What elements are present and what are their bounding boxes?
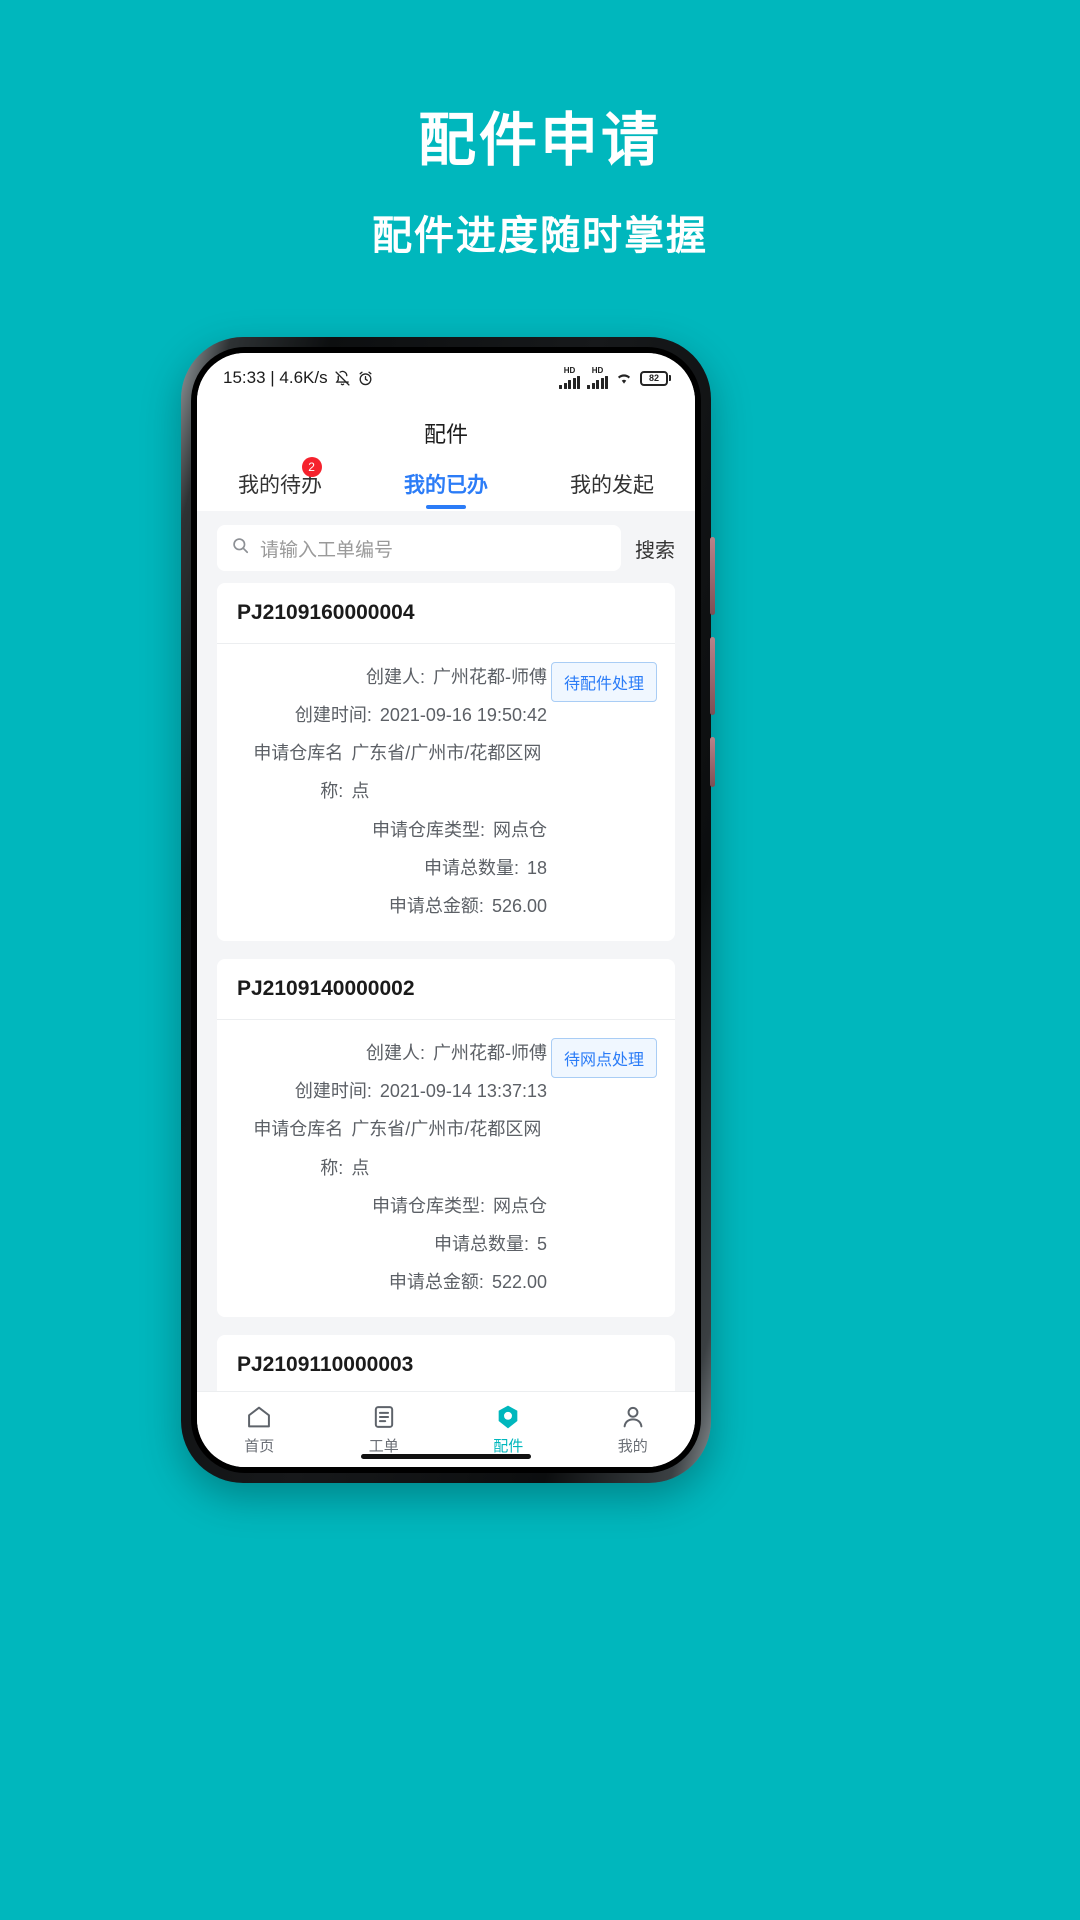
todo-badge-count: 2 <box>301 457 322 477</box>
order-number: PJ2109110000003 <box>217 1335 675 1391</box>
nav-label: 工单 <box>368 1438 399 1455</box>
promo-title: 配件申请 <box>417 108 662 173</box>
nav-label: 首页 <box>244 1438 275 1455</box>
tab-active-underline <box>426 505 466 509</box>
page-title: 配件 <box>197 403 695 459</box>
person-icon <box>619 1403 647 1431</box>
home-icon <box>245 1403 273 1431</box>
nav-label: 我的 <box>617 1438 648 1455</box>
home-indicator[interactable] <box>361 1454 531 1459</box>
volume-up-button[interactable] <box>710 537 715 615</box>
tab-my-done[interactable]: 我的已办 <box>363 469 529 511</box>
field-warehouse-name: 申请仓库名称: 广东省/广州市/花都区网点 <box>253 743 542 802</box>
order-number: PJ2109160000004 <box>217 583 675 644</box>
phone-screen: 15:33 | 4.6K/s HD HD 82 配件 我的待办 2 我的已办 我… <box>197 353 695 1467</box>
nav-item-home[interactable]: 首页 <box>197 1403 322 1456</box>
status-badge[interactable]: 待网点处理 <box>550 1038 657 1079</box>
search-icon <box>231 536 250 560</box>
volume-down-button[interactable] <box>710 637 715 715</box>
order-list[interactable]: PJ2109160000004 待配件处理 创建人: 广州花都-师傅 创建时间:… <box>197 583 695 1391</box>
power-button[interactable] <box>710 737 715 787</box>
nav-label: 配件 <box>493 1438 524 1455</box>
nav-item-parts[interactable]: 配件 <box>446 1403 571 1456</box>
promo-header: 配件申请 配件进度随时掌握 <box>0 0 1080 261</box>
phone-bezel: 15:33 | 4.6K/s HD HD 82 配件 我的待办 2 我的已办 我… <box>191 347 701 1473</box>
search-button[interactable]: 搜索 <box>635 534 675 563</box>
document-icon <box>370 1403 398 1431</box>
order-details: 待网点处理 创建人: 广州花都-师傅 创建时间: 2021-09-14 13:3… <box>217 1020 675 1317</box>
status-bar-left: 15:33 | 4.6K/s <box>223 368 374 388</box>
order-card[interactable]: PJ2109160000004 待配件处理 创建人: 广州花都-师傅 创建时间:… <box>217 583 675 942</box>
search-box[interactable]: 请输入工单编号 <box>217 525 621 571</box>
tab-my-todo[interactable]: 我的待办 2 <box>197 457 363 511</box>
nav-item-workorder[interactable]: 工单 <box>322 1403 447 1456</box>
field-warehouse-name: 申请仓库名称: 广东省/广州市/花都区网点 <box>253 1119 542 1178</box>
order-card[interactable]: PJ2109110000003 <box>217 1335 675 1391</box>
field-total-amount: 申请总金额: 522.00 <box>388 1272 547 1293</box>
field-warehouse-type: 申请仓库类型: 网点仓 <box>371 1195 547 1216</box>
tab-bar: 我的待办 2 我的已办 我的发起 <box>197 457 695 511</box>
search-input[interactable]: 请输入工单编号 <box>260 535 393 562</box>
cellular-signal-2-icon: HD <box>587 367 608 389</box>
order-number: PJ2109140000002 <box>217 959 675 1021</box>
tab-my-initiated[interactable]: 我的发起 <box>529 469 695 511</box>
promo-subtitle: 配件进度随时掌握 <box>372 213 708 258</box>
field-warehouse-type: 申请仓库类型: 网点仓 <box>371 819 547 840</box>
status-badge[interactable]: 待配件处理 <box>550 662 657 702</box>
order-card[interactable]: PJ2109140000002 待网点处理 创建人: 广州花都-师傅 创建时间:… <box>217 959 675 1318</box>
nav-item-mine[interactable]: 我的 <box>571 1403 696 1456</box>
phone-mockup: 15:33 | 4.6K/s HD HD 82 配件 我的待办 2 我的已办 我… <box>181 337 715 1483</box>
status-bar: 15:33 | 4.6K/s HD HD 82 <box>197 353 695 403</box>
field-total-amount: 申请总金额: 526.00 <box>388 895 547 916</box>
bell-muted-icon <box>334 370 351 387</box>
status-time-and-speed: 15:33 | 4.6K/s <box>223 368 328 387</box>
battery-icon: 82 <box>640 370 671 386</box>
parts-hexagon-icon <box>494 1403 522 1431</box>
search-row: 请输入工单编号 搜索 <box>197 511 695 583</box>
field-total-qty: 申请总数量: 5 <box>433 1233 547 1254</box>
cellular-signal-1-icon: HD <box>559 367 580 389</box>
order-details: 待配件处理 创建人: 广州花都-师傅 创建时间: 2021-09-16 19:5… <box>217 644 675 941</box>
wifi-icon <box>615 371 633 385</box>
alarm-clock-icon <box>357 370 374 387</box>
field-total-qty: 申请总数量: 18 <box>423 857 547 878</box>
status-bar-right: HD HD 82 <box>559 367 671 389</box>
